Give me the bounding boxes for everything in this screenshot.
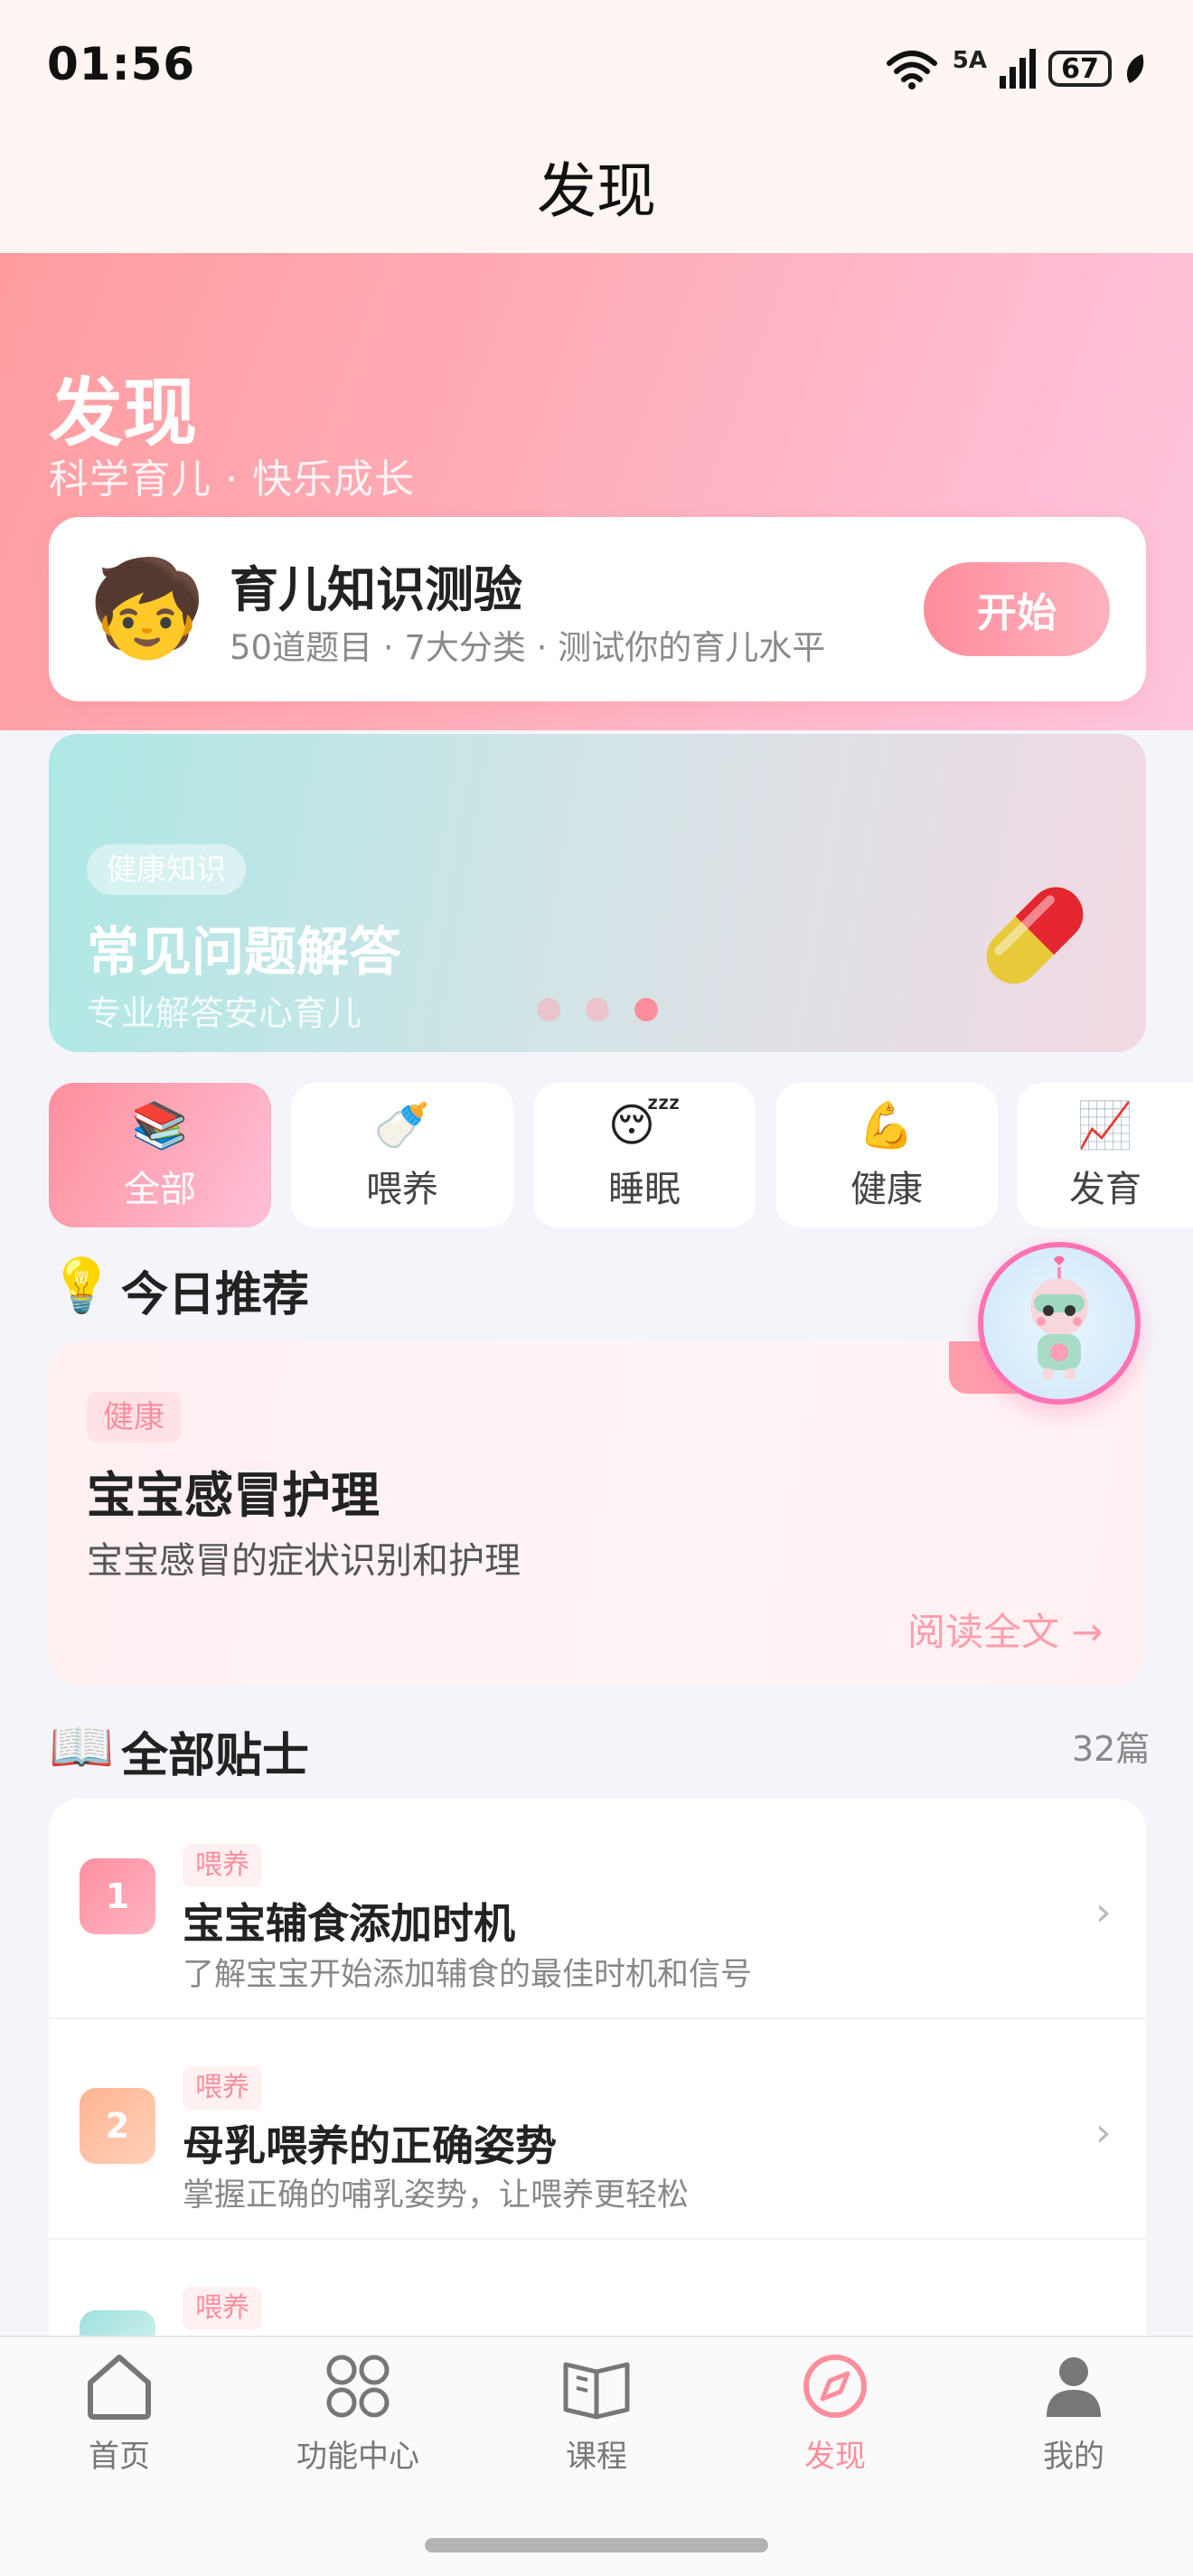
- category-label: 健康: [850, 1169, 923, 1210]
- status-time: 01:56: [47, 38, 196, 90]
- category-label: 喂养: [366, 1169, 438, 1210]
- category-label: 发育: [1069, 1169, 1141, 1210]
- tips-heading: 全部贴士: [121, 1729, 310, 1783]
- baby-bottle-icon: 🍼: [373, 1099, 431, 1152]
- battery-level: 67: [1061, 52, 1099, 85]
- grid-icon: [326, 2355, 390, 2418]
- tab-discover[interactable]: 发现: [745, 2350, 925, 2477]
- carousel-dot-active[interactable]: [634, 998, 658, 1021]
- tip-title[interactable]: 母乳喂养的正确姿势: [183, 2113, 557, 2173]
- banner-title: 常见问题解答: [87, 921, 402, 982]
- home-icon: [88, 2355, 151, 2420]
- book-icon: [563, 2362, 630, 2420]
- hero-title: 发现: [49, 371, 198, 456]
- today-title: 宝宝感冒护理: [87, 1467, 380, 1524]
- banner-tag: 健康知识: [87, 844, 246, 895]
- pill-icon: [986, 887, 1084, 984]
- tip-tag: 喂养: [183, 1844, 262, 1887]
- chart-increasing-icon: 📈: [1076, 1099, 1134, 1152]
- flexed-bicep-icon: 💪: [858, 1099, 916, 1152]
- category-label: 睡眠: [608, 1169, 681, 1210]
- tab-function-center[interactable]: 功能中心: [268, 2350, 448, 2477]
- today-tag: 健康: [87, 1392, 181, 1443]
- status-icons: 5A 67: [884, 42, 1146, 96]
- banner-subtitle: 专业解答安心育儿: [87, 993, 362, 1033]
- chevron-right-icon[interactable]: ›: [1095, 2110, 1112, 2156]
- carousel-dot[interactable]: [537, 998, 560, 1021]
- tips-count: 32篇: [1072, 1729, 1151, 1769]
- tip-number-badge: 1: [80, 1858, 155, 1934]
- battery-icon: 67: [1048, 51, 1112, 87]
- category-feeding[interactable]: 🍼 喂养: [291, 1083, 513, 1227]
- books-icon: 📚: [131, 1099, 189, 1152]
- tip-description: 了解宝宝开始添加辅食的最佳时机和信号: [183, 1957, 753, 1993]
- tip-title[interactable]: 宝宝辅食添加时机: [183, 1891, 515, 1951]
- tab-courses[interactable]: 课程: [506, 2350, 687, 2477]
- person-icon: [1047, 2357, 1101, 2417]
- today-description: 宝宝感冒的症状识别和护理: [87, 1540, 521, 1582]
- child-emoji-icon: 🧒: [89, 553, 206, 663]
- category-all[interactable]: 📚 全部: [49, 1083, 271, 1227]
- carousel-dot[interactable]: [586, 998, 609, 1021]
- start-quiz-button[interactable]: 开始: [924, 562, 1110, 656]
- tip-description: 掌握正确的哺乳姿势，让喂养更轻松: [183, 2177, 690, 2214]
- quiz-title: 育儿知识测验: [230, 561, 522, 618]
- wifi-icon: [886, 51, 937, 89]
- robot-mascot-icon: [1030, 1255, 1088, 1379]
- divider: [49, 2238, 1146, 2240]
- tip-number-badge: [80, 2310, 155, 2336]
- signal-icon: [1000, 49, 1036, 89]
- tab-label: 首页: [89, 2439, 150, 2475]
- read-more-link[interactable]: 阅读全文 →: [907, 1602, 1104, 1657]
- page-title: 发现: [537, 156, 656, 226]
- category-growth[interactable]: 📈 发育: [1018, 1083, 1193, 1227]
- tab-label: 课程: [566, 2439, 627, 2475]
- home-indicator[interactable]: [425, 2538, 768, 2552]
- tab-label: 功能中心: [296, 2439, 419, 2475]
- divider: [49, 2017, 1146, 2019]
- tab-label: 我的: [1043, 2439, 1104, 2475]
- compass-icon: [803, 2355, 867, 2418]
- leaf-icon: [1126, 54, 1144, 83]
- tip-tag: 喂养: [183, 2066, 262, 2110]
- category-sleep[interactable]: 😴 睡眠: [533, 1083, 756, 1227]
- network-type: 5A: [952, 47, 987, 74]
- tip-tag: 喂养: [183, 2287, 262, 2330]
- tip-number-badge: 2: [80, 2088, 155, 2164]
- category-label: 全部: [124, 1169, 196, 1210]
- tab-home[interactable]: 首页: [29, 2350, 210, 2477]
- category-health[interactable]: 💪 健康: [775, 1083, 998, 1227]
- open-book-icon: 📖: [49, 1716, 115, 1777]
- today-heading: 今日推荐: [121, 1268, 310, 1322]
- lightbulb-icon: 💡: [49, 1255, 115, 1316]
- tab-profile[interactable]: 我的: [983, 2350, 1164, 2477]
- tab-label: 发现: [804, 2439, 866, 2475]
- hero-subtitle: 科学育儿 · 快乐成长: [49, 456, 415, 503]
- sleeping-face-icon: 😴: [607, 1099, 681, 1152]
- chevron-right-icon[interactable]: ›: [1095, 1889, 1112, 1935]
- assistant-floating-button[interactable]: [978, 1242, 1141, 1405]
- quiz-subtitle: 50道题目 · 7大分类 · 测试你的育儿水平: [230, 628, 826, 667]
